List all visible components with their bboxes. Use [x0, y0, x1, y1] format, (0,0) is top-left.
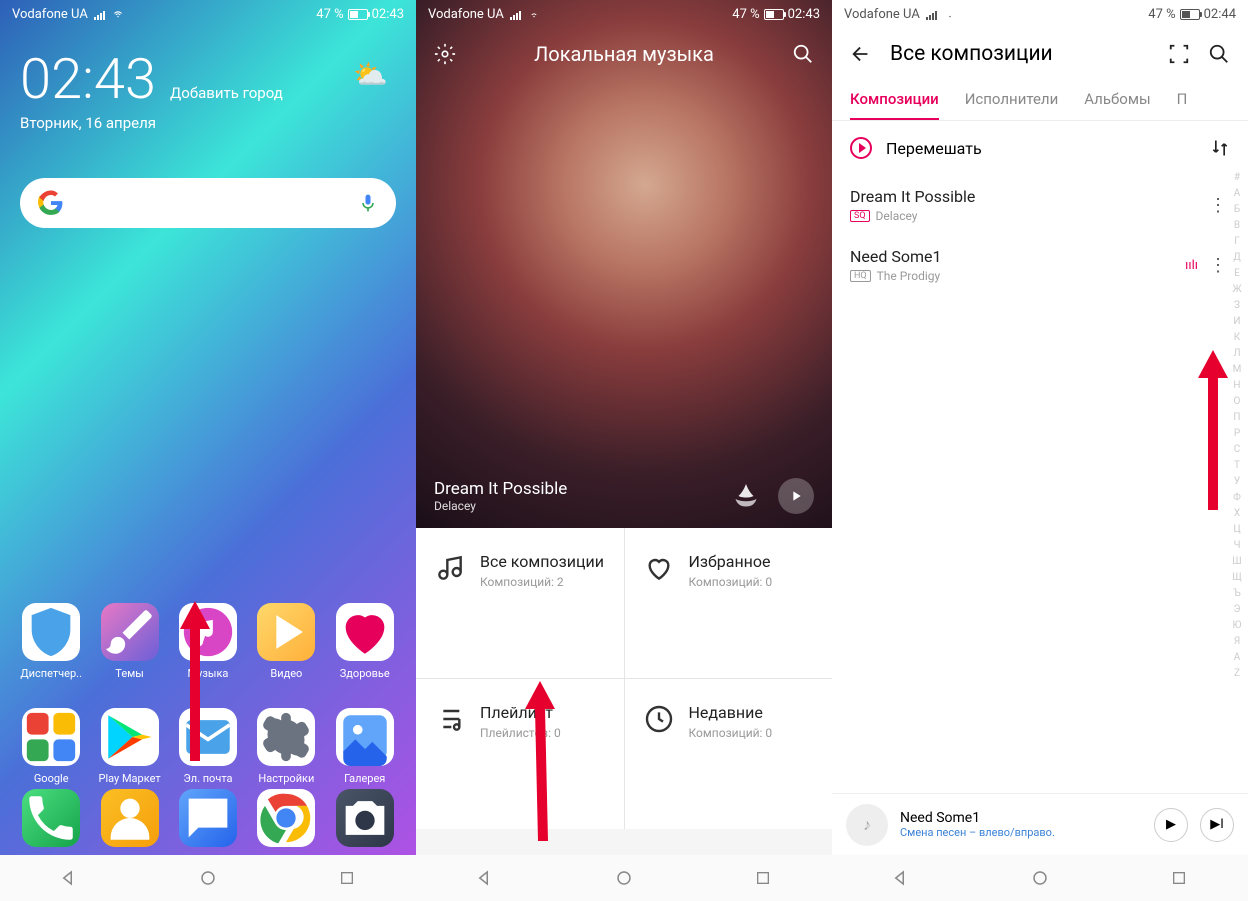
clock-icon — [643, 703, 675, 735]
battery-pct: 47 % — [316, 7, 343, 22]
add-city[interactable]: Добавить город — [170, 84, 283, 102]
nav-recent[interactable] — [1149, 863, 1209, 893]
hero-section: Vodafone UA 47 %02:43 Локальная музыка D… — [416, 0, 832, 528]
np-artist: Delacey — [434, 499, 714, 513]
nav-recent[interactable] — [317, 863, 377, 893]
settings-icon[interactable] — [434, 43, 456, 65]
status-bar: Vodafone UA 47 % 02:43 — [0, 0, 416, 28]
battery-icon — [1180, 9, 1200, 20]
mini-player-hint: Смена песен – влево/вправо. — [900, 826, 1142, 839]
app-grid: Диспетчер.. Темы Музыка Видео Здоровье G… — [0, 603, 416, 813]
dock — [0, 789, 416, 853]
music-header-title: Локальная музыка — [534, 42, 714, 66]
date-label: Вторник, 16 апреля — [20, 114, 396, 132]
nav-recent[interactable] — [733, 863, 793, 893]
music-app-home: Vodafone UA 47 %02:43 Локальная музыка D… — [416, 0, 832, 901]
wifi-icon — [111, 9, 125, 20]
mini-player-title: Need Some1 — [900, 810, 1142, 826]
heart-icon — [643, 552, 675, 584]
eq-icon: ıılı — [1185, 258, 1198, 273]
sort-icon[interactable] — [1210, 138, 1230, 158]
battery-icon — [348, 9, 368, 20]
more-icon[interactable]: ⋮ — [1206, 195, 1230, 216]
shuffle-play-icon — [850, 137, 872, 159]
track-list: Dream It Possible SQDelacey ⋮ Need Some1… — [832, 175, 1248, 295]
note-icon — [434, 552, 466, 584]
nav-bar — [0, 855, 416, 901]
tabs: Композиции Исполнители Альбомы П — [832, 80, 1248, 121]
now-playing-bar[interactable]: Dream It Possible Delacey — [434, 478, 814, 514]
nav-back[interactable] — [39, 863, 99, 893]
music-card-Все композиции[interactable]: Все композиции Композиций: 2 — [416, 528, 624, 678]
nav-bar — [832, 855, 1248, 901]
signal-icon — [926, 9, 937, 20]
more-icon[interactable]: ⋮ — [1206, 255, 1230, 276]
nav-back[interactable] — [455, 863, 515, 893]
huawei-icon — [728, 478, 764, 514]
app-Темы[interactable]: Темы — [94, 603, 166, 680]
back-icon[interactable] — [850, 43, 872, 65]
signal-icon — [510, 9, 521, 20]
dock-contacts[interactable] — [101, 789, 159, 847]
app-Google[interactable]: Google — [15, 708, 87, 785]
mini-player-art: ♪ — [846, 804, 888, 846]
app-Play Маркет[interactable]: Play Маркет — [94, 708, 166, 785]
status-bar: Vodafone UA 47 %02:43 — [416, 0, 832, 28]
tab-Альбомы[interactable]: Альбомы — [1084, 80, 1150, 120]
battery-icon — [764, 9, 784, 20]
search-icon[interactable] — [792, 43, 814, 65]
signal-icon — [94, 9, 105, 20]
all-tracks-screen: Vodafone UA 47 %02:44 Все композиции Ком… — [832, 0, 1248, 901]
shuffle-button[interactable]: Перемешать — [832, 121, 1248, 175]
music-card-Плейлист[interactable]: Плейлист Плейлистов: 0 — [416, 679, 624, 829]
nav-bar — [416, 855, 832, 901]
clock-time: 02:43 — [20, 46, 156, 112]
dock-chrome[interactable] — [257, 789, 315, 847]
music-card-Недавние[interactable]: Недавние Композиций: 0 — [625, 679, 833, 829]
google-icon — [38, 190, 64, 216]
mini-play-button[interactable]: ▶ — [1154, 808, 1188, 842]
app-Диспетчер..[interactable]: Диспетчер.. — [15, 603, 87, 680]
scan-icon[interactable] — [1168, 43, 1190, 65]
google-search-bar[interactable] — [20, 178, 396, 228]
annotation-arrow — [1193, 350, 1233, 510]
app-Здоровье[interactable]: Здоровье — [329, 603, 401, 680]
nav-home[interactable] — [1010, 863, 1070, 893]
dock-camera[interactable] — [336, 789, 394, 847]
app-Музыка[interactable]: Музыка — [172, 603, 244, 680]
home-screen: Vodafone UA 47 % 02:43 02:43 Добавить го… — [0, 0, 416, 901]
playlist-icon — [434, 703, 466, 735]
nav-home[interactable] — [178, 863, 238, 893]
app-Видео[interactable]: Видео — [250, 603, 322, 680]
track-row[interactable]: Need Some1 HQThe Prodigy ıılı ⋮ — [832, 235, 1248, 295]
dock-phone[interactable] — [22, 789, 80, 847]
track-row[interactable]: Dream It Possible SQDelacey ⋮ — [832, 175, 1248, 235]
carrier-label: Vodafone UA — [12, 7, 88, 22]
shuffle-label: Перемешать — [886, 139, 1196, 158]
mini-player[interactable]: ♪ Need Some1 Смена песен – влево/вправо.… — [832, 793, 1248, 855]
wifi-icon — [943, 9, 957, 20]
wifi-icon — [527, 9, 541, 20]
weather-icon[interactable]: ⛅ — [353, 58, 388, 91]
tab-Композиции[interactable]: Композиции — [850, 80, 939, 120]
app-Настройки[interactable]: Настройки — [250, 708, 322, 785]
music-card-Избранное[interactable]: Избранное Композиций: 0 — [625, 528, 833, 678]
mic-icon[interactable] — [358, 193, 378, 213]
tab-Исполнители[interactable]: Исполнители — [965, 80, 1059, 120]
np-track: Dream It Possible — [434, 479, 714, 499]
search-icon[interactable] — [1208, 43, 1230, 65]
tab-П[interactable]: П — [1177, 80, 1188, 120]
status-bar: Vodafone UA 47 %02:44 — [832, 0, 1248, 28]
dock-msg[interactable] — [179, 789, 237, 847]
nav-back[interactable] — [871, 863, 931, 893]
hero-play-button[interactable] — [778, 478, 814, 514]
screen-title: Все композиции — [890, 42, 1150, 66]
nav-home[interactable] — [594, 863, 654, 893]
app-Галерея[interactable]: Галерея — [329, 708, 401, 785]
letter-index[interactable]: #АБВГДЕЖЗИКЛМНОПРСТУФХЦЧШЩЪЭЮЯAZ — [1230, 170, 1244, 682]
mini-next-button[interactable]: ▶I — [1200, 808, 1234, 842]
music-cards-grid: Все композиции Композиций: 2 Избранное К… — [416, 528, 832, 829]
app-Эл. почта[interactable]: Эл. почта — [172, 708, 244, 785]
status-time: 02:43 — [372, 7, 404, 22]
